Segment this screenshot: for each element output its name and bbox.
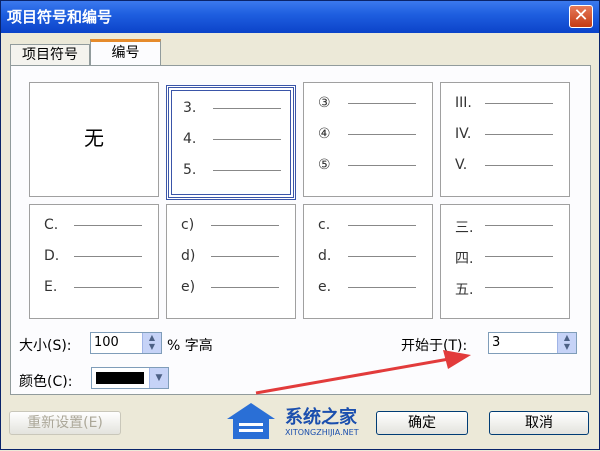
dialog-window: 项目符号和编号 ✕ 项目符号 编号 无 3. 4. 5. ③ ④ ⑤ III. … xyxy=(0,0,600,450)
watermark-logo: 系统之家 XITONGZHIJIA.NET xyxy=(223,399,383,449)
arrow-shaft xyxy=(255,357,450,395)
watermark-text: 系统之家 xyxy=(285,407,357,428)
house-icon xyxy=(227,403,275,439)
annotation-arrow-icon xyxy=(255,350,471,395)
watermark-subtext: XITONGZHIJIA.NET xyxy=(285,428,359,437)
arrow-head xyxy=(443,350,471,369)
